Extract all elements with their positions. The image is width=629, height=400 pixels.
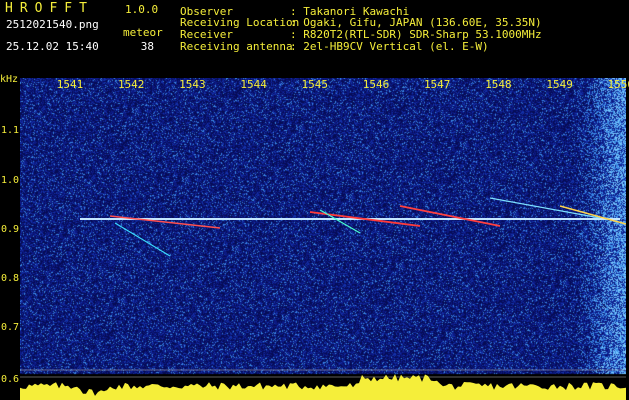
y-tick-label: 0.7 xyxy=(1,322,20,333)
antenna-label: Receiving antenna xyxy=(180,40,293,53)
meteor-streak xyxy=(109,215,221,229)
date-time: 25.12.02 15:40 xyxy=(6,40,99,53)
meteor-label: meteor xyxy=(123,26,163,39)
receiver-value: : R820T2(RTL-SDR) SDR-Sharp 53.1000MHz xyxy=(290,28,542,41)
y-tick-label: 0.9 xyxy=(1,224,20,235)
meteor-streak xyxy=(399,205,501,227)
meteor-streak xyxy=(559,205,626,225)
x-tick-label: 1550 xyxy=(607,78,629,91)
x-axis: 1541 1542 1543 1544 1545 1546 1547 1548 1549 1550 xyxy=(20,78,629,92)
meteor-streak xyxy=(489,197,601,219)
x-tick-label: 1541 xyxy=(56,78,84,91)
x-tick-label: 1542 xyxy=(117,78,145,91)
y-axis-unit: kHz xyxy=(0,74,19,85)
x-tick-label: 1548 xyxy=(485,78,512,91)
file-name: 2512021540.png xyxy=(6,18,99,31)
app-title: HROFFT xyxy=(5,1,94,16)
x-tick-label: 1546 xyxy=(362,78,390,91)
y-tick-label: 0.6 xyxy=(1,374,20,385)
y-tick-label: 1.0 xyxy=(1,175,20,186)
x-tick-label: 1547 xyxy=(423,78,451,91)
level-meter xyxy=(20,374,626,400)
meteor-streak xyxy=(319,209,361,234)
location-value: : Ogaki, Gifu, JAPAN (136.60E, 35.35N) xyxy=(290,16,542,29)
meteor-count: 38 xyxy=(140,40,154,53)
hrofft-window: HROFFT 1.0.0 2512021540.png meteor 25.12… xyxy=(0,0,629,400)
x-tick-label: 1544 xyxy=(240,78,267,91)
spectrogram-overlay xyxy=(20,197,626,400)
antenna-value: : 2el-HB9CV Vertical (el. E-W) xyxy=(290,40,489,53)
location-label: Receiving Location xyxy=(180,16,300,29)
receiver-label: Receiver xyxy=(180,28,233,41)
y-tick-label: 1.1 xyxy=(1,125,20,136)
x-tick-label: 1543 xyxy=(179,78,206,91)
app-version: 1.0.0 xyxy=(125,3,159,16)
y-tick-label: 0.8 xyxy=(1,273,20,284)
x-tick-label: 1549 xyxy=(546,78,573,91)
meteor-streak xyxy=(114,222,171,257)
spectrogram xyxy=(20,78,626,400)
x-tick-label: 1545 xyxy=(301,78,329,91)
